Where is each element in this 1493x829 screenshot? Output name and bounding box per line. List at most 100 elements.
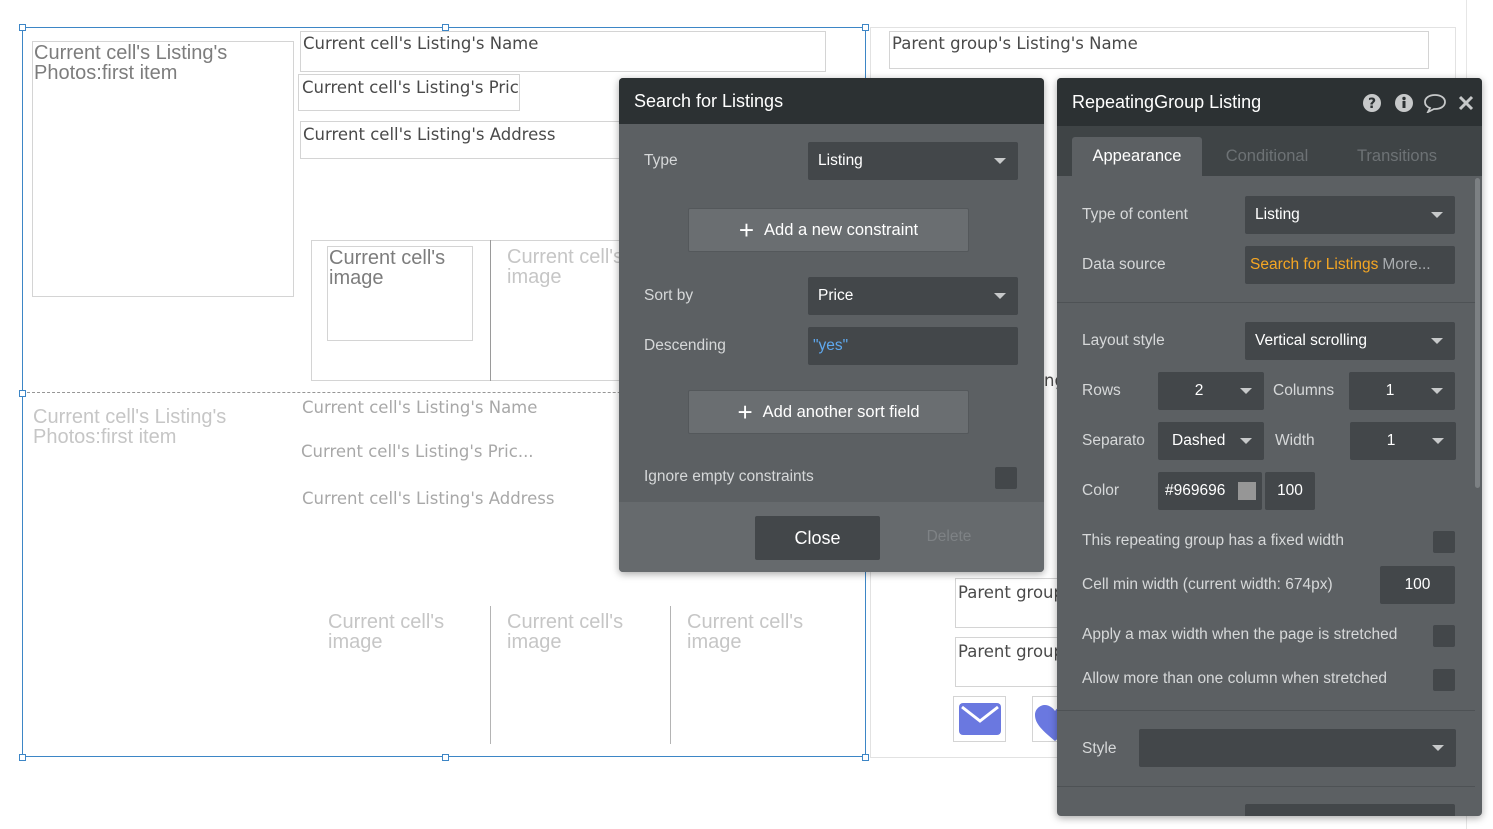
width-select[interactable]: 1	[1350, 422, 1456, 460]
parent-field-1[interactable]: Parent group	[955, 578, 1065, 628]
data-source-value: Search for Listings	[1250, 256, 1379, 273]
type-of-content-select[interactable]: Listing	[1245, 196, 1455, 234]
width-label: Width	[1275, 432, 1315, 449]
rg-panel-header[interactable]: RepeatingGroup Listing	[1057, 78, 1482, 126]
info-icon[interactable]	[1394, 93, 1414, 113]
layout-style-value: Vertical scrolling	[1255, 332, 1367, 349]
separator-select[interactable]: Dashed	[1158, 422, 1264, 460]
envelope-icon[interactable]	[953, 696, 1006, 742]
resize-handle-br[interactable]	[862, 754, 869, 761]
repeating-group-panel[interactable]: RepeatingGroup Listing ? Appearance Cond…	[1057, 78, 1482, 816]
add-sort-field-label: Add another sort field	[762, 402, 920, 421]
columns-value: 1	[1385, 382, 1395, 399]
color-label: Color	[1082, 482, 1120, 499]
resize-handle-ml[interactable]	[19, 390, 26, 397]
chevron-down-icon	[1240, 388, 1252, 394]
comment-icon[interactable]	[1423, 93, 1447, 113]
rg-panel-scrollbar[interactable]	[1475, 178, 1480, 488]
type-label: Type	[644, 152, 678, 169]
max-width-label: Apply a max width when the page is stret…	[1082, 626, 1398, 643]
cell2-photo-label: Current cell's Listing's Photos:first it…	[33, 406, 227, 448]
search-panel-header[interactable]: Search for Listings	[619, 78, 1044, 124]
cell1-image-1-label: Current cell's image	[329, 247, 446, 289]
min-width-value: 100	[1404, 576, 1431, 593]
sort-by-select[interactable]: Price	[808, 277, 1018, 315]
resize-handle-tm[interactable]	[442, 24, 449, 31]
tab-conditional[interactable]: Conditional	[1207, 147, 1327, 166]
cell1-image-2-label: Current cell's image	[507, 247, 624, 288]
data-source-input[interactable]: Search for Listings More...	[1245, 246, 1455, 284]
resize-handle-tl[interactable]	[19, 24, 26, 31]
next-field-partial[interactable]	[1245, 804, 1455, 816]
parent-field-2[interactable]: Parent group	[955, 637, 1065, 687]
columns-select[interactable]: 1	[1349, 372, 1455, 410]
chevron-down-icon	[1432, 438, 1444, 444]
cell2-image-2-label: Current cell's image	[507, 611, 624, 653]
min-width-label: Cell min width (current width: 674px)	[1082, 576, 1333, 593]
cell2-image-3: Current cell's image	[687, 612, 827, 662]
rows-value: 2	[1194, 382, 1204, 399]
more-columns-checkbox[interactable]	[1433, 669, 1455, 691]
columns-label: Columns	[1273, 382, 1335, 399]
chevron-down-icon	[994, 293, 1006, 299]
max-width-checkbox[interactable]	[1433, 625, 1455, 647]
cell2-address-text: Current cell's Listing's Address	[302, 489, 555, 508]
cell2-price-text: Current cell's Listing's Pric...	[301, 442, 534, 461]
add-constraint-button[interactable]: + Add a new constraint	[688, 208, 969, 252]
cell2-photo-image: Current cell's Listing's Photos:first it…	[33, 407, 263, 457]
ignore-empty-checkbox[interactable]	[995, 467, 1017, 489]
rows-label: Rows	[1082, 382, 1121, 399]
parent-name-text[interactable]: Parent group's Listing's Name	[889, 31, 1429, 69]
separator-label: Separato	[1082, 432, 1145, 449]
resize-handle-bm[interactable]	[442, 754, 449, 761]
resize-handle-bl[interactable]	[19, 754, 26, 761]
search-panel[interactable]: Search for Listings Type Listing + Add a…	[619, 78, 1044, 572]
cell2-image-divider-2	[670, 606, 671, 744]
tab-transitions[interactable]: Transitions	[1337, 147, 1457, 166]
cell2-image-1-label: Current cell's image	[328, 611, 445, 653]
plus-icon: +	[738, 215, 755, 245]
help-icon[interactable]: ?	[1362, 93, 1382, 113]
color-swatch[interactable]	[1238, 482, 1256, 500]
cell1-name-text[interactable]: Current cell's Listing's Name	[300, 31, 826, 72]
color-value: #969696	[1165, 482, 1226, 499]
cell1-photo-image[interactable]: Current cell's Listing's Photos:first it…	[32, 41, 294, 297]
data-source-more[interactable]: More...	[1382, 256, 1430, 274]
type-select[interactable]: Listing	[808, 142, 1018, 180]
tab-appearance[interactable]: Appearance	[1072, 137, 1202, 176]
cell1-image-2[interactable]: Current cell's image	[507, 247, 627, 297]
section-divider	[1057, 710, 1475, 711]
cell1-address-text[interactable]: Current cell's Listing's Address	[300, 121, 630, 159]
rows-select[interactable]: 2	[1158, 372, 1264, 410]
cell1-image-1[interactable]: Current cell's image	[327, 246, 473, 341]
cell2-image-1: Current cell's image	[328, 612, 468, 662]
section-divider	[1057, 302, 1475, 303]
close-icon[interactable]	[1457, 94, 1475, 112]
min-width-input[interactable]: 100	[1380, 566, 1455, 604]
more-columns-label: Allow more than one column when stretche…	[1082, 670, 1387, 687]
cell2-image-3-label: Current cell's image	[687, 611, 804, 653]
opacity-value: 100	[1277, 482, 1303, 499]
descending-input[interactable]: "yes"	[808, 327, 1018, 365]
cell1-price-text[interactable]: Current cell's Listing's Pric...	[298, 74, 520, 111]
type-select-value: Listing	[818, 152, 863, 169]
separator-value: Dashed	[1172, 432, 1226, 449]
type-of-content-value: Listing	[1255, 206, 1300, 223]
style-select[interactable]	[1139, 729, 1456, 767]
svg-text:?: ?	[1368, 96, 1376, 112]
chevron-down-icon	[994, 158, 1006, 164]
sort-by-label: Sort by	[644, 287, 694, 304]
chevron-down-icon	[1431, 338, 1443, 344]
rg-panel-title: RepeatingGroup Listing	[1072, 92, 1262, 112]
resize-handle-tr[interactable]	[862, 24, 869, 31]
chevron-down-icon	[1431, 212, 1443, 218]
fixed-width-checkbox[interactable]	[1433, 531, 1455, 553]
fixed-width-label: This repeating group has a fixed width	[1082, 532, 1344, 549]
chevron-down-icon	[1432, 745, 1444, 751]
delete-button[interactable]: Delete	[909, 528, 989, 550]
add-sort-field-button[interactable]: + Add another sort field	[688, 390, 969, 434]
cell2-name-text: Current cell's Listing's Name	[302, 398, 538, 417]
close-button[interactable]: Close	[755, 516, 880, 560]
opacity-input[interactable]: 100	[1265, 472, 1315, 510]
layout-style-select[interactable]: Vertical scrolling	[1245, 322, 1455, 360]
